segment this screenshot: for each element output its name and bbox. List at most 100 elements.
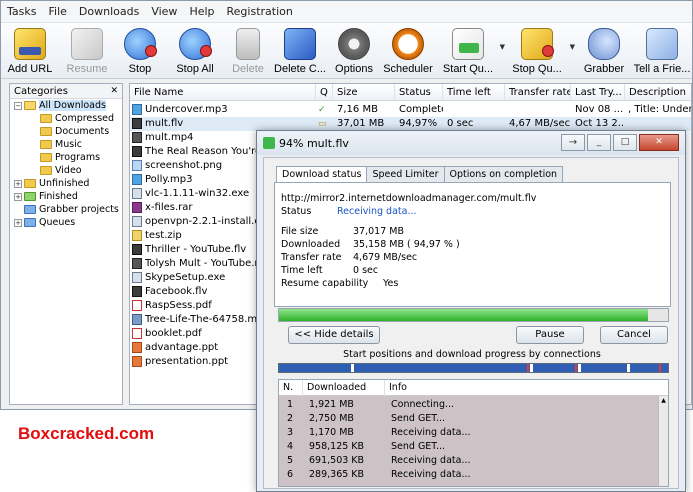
cancel-button[interactable]: Cancel: [600, 326, 668, 344]
category-item[interactable]: − All Downloads: [10, 99, 122, 112]
category-label: Unfinished: [39, 178, 90, 189]
folder-icon: [24, 101, 36, 110]
status-label: Status: [281, 206, 312, 217]
folder-icon: [40, 140, 52, 149]
category-item[interactable]: + Unfinished: [10, 177, 122, 190]
arrow-icon[interactable]: →: [561, 134, 585, 151]
column-status[interactable]: Status: [395, 84, 443, 101]
category-item[interactable]: Compressed: [10, 112, 122, 125]
menu-help[interactable]: Help: [183, 5, 220, 18]
dialog-title-bar[interactable]: 94% mult.flv → _ □ ✕: [257, 131, 685, 155]
tab-download-status[interactable]: Download status: [276, 166, 368, 183]
file-size-value: 37,017 MB: [353, 226, 404, 237]
connection-downloaded: 289,365 KB: [309, 469, 365, 480]
connection-row[interactable]: 4 958,125 KB Send GET...: [279, 440, 659, 454]
stop-all-button[interactable]: Stop All: [165, 23, 225, 79]
scroll-up-icon[interactable]: ▲: [659, 396, 668, 406]
rar-file-icon: [132, 202, 142, 213]
menu-downloads[interactable]: Downloads: [73, 5, 145, 18]
category-label: Video: [55, 165, 82, 176]
connection-row[interactable]: 2 2,750 MB Send GET...: [279, 412, 659, 426]
column-description[interactable]: Description: [625, 84, 691, 101]
start-queue-icon: [452, 28, 484, 60]
delete-button[interactable]: Delete: [225, 23, 271, 79]
menu-registration[interactable]: Registration: [221, 5, 299, 18]
category-item[interactable]: Video: [10, 164, 122, 177]
column-connection-downloaded[interactable]: Downloaded: [303, 380, 385, 396]
scheduler-button[interactable]: Scheduler: [379, 23, 437, 79]
expand-icon[interactable]: +: [14, 179, 22, 188]
column-size[interactable]: Size: [333, 84, 395, 101]
column-connection-info[interactable]: Info: [385, 380, 659, 396]
connection-info: Receiving data...: [391, 455, 471, 466]
connection-row[interactable]: 5 691,503 KB Receiving data...: [279, 454, 659, 468]
folder-icon: [24, 218, 36, 227]
column-file-name[interactable]: File Name: [130, 84, 316, 101]
categories-title: Categories: [14, 85, 68, 97]
hide-details-button[interactable]: << Hide details: [288, 326, 380, 344]
column-transfer-rate[interactable]: Transfer rate: [505, 84, 571, 101]
time-left-label: Time left: [281, 265, 323, 276]
queue-folder-icon: ▭: [318, 119, 327, 129]
download-list-header: File Name Q Size Status Time left Transf…: [130, 84, 691, 101]
category-item[interactable]: Grabber projects: [10, 203, 122, 216]
category-label: Music: [55, 139, 83, 150]
categories-panel: Categories ✕ − All Downloads Compressed Doc…: [9, 83, 123, 405]
resume-capability-label: Resume capability: [281, 278, 369, 289]
grabber-button[interactable]: Grabber: [575, 23, 633, 79]
download-row[interactable]: mult.flv ▭ 37,01 MB 94,97% 0 sec 4,67 MB/sec O…: [130, 117, 691, 131]
connection-row[interactable]: 1 1,921 MB Connecting...: [279, 398, 659, 412]
cell-status: 94,97%: [399, 118, 438, 129]
file-name: mult.flv: [145, 118, 184, 129]
column-last-try[interactable]: Last Try...: [571, 84, 625, 101]
close-icon[interactable]: ✕: [639, 134, 679, 151]
connection-marker: [578, 364, 581, 372]
start-queue-button[interactable]: Start Qu... ▼: [437, 23, 505, 79]
tab-options-on-completion[interactable]: Options on completion: [443, 166, 564, 182]
category-item[interactable]: Music: [10, 138, 122, 151]
options-button[interactable]: Options: [329, 23, 379, 79]
minimize-icon[interactable]: _: [587, 134, 611, 151]
close-categories-icon[interactable]: ✕: [110, 86, 118, 96]
connection-row[interactable]: 6 289,365 KB Receiving data...: [279, 468, 659, 482]
category-item[interactable]: Programs: [10, 151, 122, 164]
stop-queue-icon: [521, 28, 554, 60]
file-name: booklet.pdf: [145, 328, 202, 339]
resume-button[interactable]: Resume: [59, 23, 115, 79]
column-connection-number[interactable]: N.: [279, 380, 303, 396]
pause-button[interactable]: Pause: [516, 326, 584, 344]
category-item[interactable]: + Queues: [10, 216, 122, 229]
menu-file[interactable]: File: [42, 5, 72, 18]
expand-icon[interactable]: +: [14, 192, 22, 201]
mov-file-icon: [132, 314, 142, 325]
add-url-button[interactable]: Add URL: [1, 23, 59, 79]
connection-info: Send GET...: [391, 441, 446, 452]
column-time-left[interactable]: Time left: [443, 84, 505, 101]
connections-scrollbar[interactable]: ▲: [658, 396, 668, 486]
maximize-icon[interactable]: □: [613, 134, 637, 151]
download-url: http://mirror2.internetdownloadmanager.c…: [281, 193, 537, 204]
category-item[interactable]: Documents: [10, 125, 122, 138]
mp4-file-icon: [132, 132, 142, 143]
connection-row[interactable]: 3 1,170 MB Receiving data...: [279, 426, 659, 440]
connection-n: 1: [287, 399, 294, 410]
column-queue[interactable]: Q: [316, 84, 333, 101]
expand-icon[interactable]: +: [14, 218, 22, 227]
category-item[interactable]: + Finished: [10, 190, 122, 203]
menu-tasks[interactable]: Tasks: [1, 5, 42, 18]
download-row[interactable]: Undercover.mp3 ✓ 7,16 MB Complete Nov 08 ...…: [130, 103, 691, 117]
file-name: Thriller - YouTube.flv: [145, 244, 247, 255]
menu-view[interactable]: View: [145, 5, 183, 18]
connection-marker: [659, 364, 661, 372]
delete-completed-button[interactable]: Delete C...: [271, 23, 329, 79]
downloaded-value: 35,158 MB ( 94,97 % ): [353, 239, 460, 250]
mp4-file-icon: [132, 258, 142, 269]
file-name: advantage.ppt: [145, 342, 219, 353]
tell-a-friend-button[interactable]: Tell a Frie...: [633, 23, 691, 79]
tab-speed-limiter[interactable]: Speed Limiter: [366, 166, 445, 182]
stop-button[interactable]: Stop: [115, 23, 165, 79]
category-label: Queues: [39, 217, 76, 228]
connections-table-header: N. Downloaded Info: [279, 380, 668, 396]
stop-queue-button[interactable]: Stop Qu... ▼: [505, 23, 575, 79]
collapse-icon[interactable]: −: [14, 101, 22, 110]
